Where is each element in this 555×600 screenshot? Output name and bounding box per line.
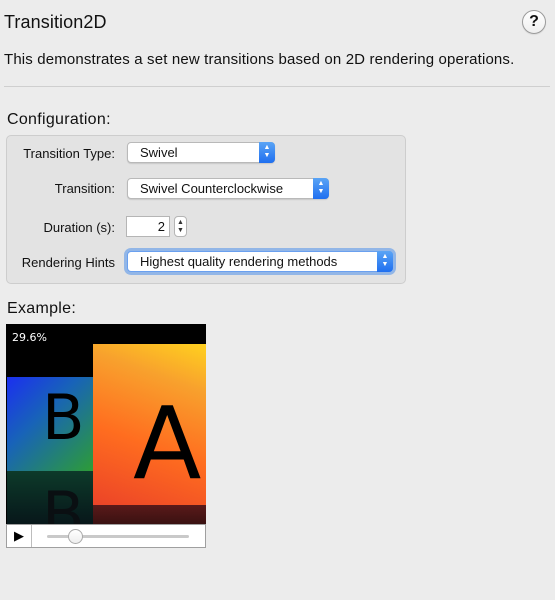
rendering-hints-value: Highest quality rendering methods (140, 254, 338, 269)
up-down-chevron-icon: ▲ ▼ (313, 178, 329, 199)
divider (4, 86, 550, 87)
tile-a-letter: A (133, 385, 202, 502)
example-label: Example: (7, 300, 77, 317)
duration-stepper[interactable]: ▲ ▼ (174, 216, 187, 237)
transition-type-popup[interactable]: Swivel ▲ ▼ (127, 142, 275, 163)
transition-value: Swivel Counterclockwise (140, 181, 284, 196)
slider-thumb[interactable] (68, 529, 83, 544)
stepper-arrows-icon: ▲ ▼ (177, 219, 184, 234)
up-down-chevron-icon: ▲ ▼ (377, 251, 393, 272)
transition-type-value: Swivel (140, 145, 178, 160)
rendering-hints-popup[interactable]: Highest quality rendering methods ▲ ▼ (127, 251, 393, 272)
progress-percent: 29.6% (12, 331, 47, 344)
description-text: This demonstrates a set new transitions … (4, 51, 515, 68)
tile-b-letter-reflection: B (42, 478, 85, 525)
transition-type-label: Transition Type: (23, 146, 115, 161)
duration-input[interactable]: 2 (126, 216, 170, 237)
window-title: Transition2D (4, 12, 107, 32)
play-icon: ▶ (14, 528, 24, 543)
transition-popup[interactable]: Swivel Counterclockwise ▲ ▼ (127, 178, 329, 199)
transition-label: Transition: (54, 181, 115, 196)
help-button[interactable]: ? (522, 10, 546, 34)
up-down-chevron-icon: ▲ ▼ (259, 142, 275, 163)
tile-b-letter: B (42, 381, 85, 454)
transition-preview: B B A 29.6% (6, 324, 206, 524)
playback-controls: ▶ (6, 524, 206, 548)
help-icon: ? (529, 13, 539, 30)
rendering-hints-label: Rendering Hints (21, 255, 115, 270)
tile-a-bottom-band (93, 505, 206, 524)
configuration-label: Configuration: (7, 111, 111, 128)
duration-label: Duration (s): (43, 220, 115, 235)
play-button[interactable]: ▶ (7, 525, 32, 547)
